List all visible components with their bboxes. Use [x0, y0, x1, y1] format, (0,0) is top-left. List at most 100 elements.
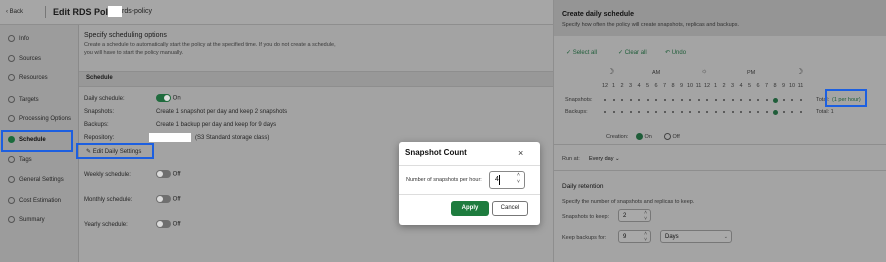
schedule-slot[interactable] — [655, 111, 657, 113]
cancel-button[interactable]: Cancel — [492, 201, 528, 216]
schedule-slot[interactable] — [689, 111, 691, 113]
nav-item-targets[interactable]: Targets — [8, 95, 39, 105]
schedule-slot[interactable] — [663, 111, 666, 113]
run-at-dropdown[interactable]: Every day ⌄ — [589, 156, 620, 162]
schedule-slot-selected[interactable] — [772, 97, 778, 103]
panel-title: Create daily schedule — [562, 11, 634, 18]
nav-item-cost-estimation[interactable]: Cost Estimation — [8, 196, 61, 206]
keep-backups-input[interactable]: 9 ˄ ˅ — [618, 230, 651, 243]
hour-label: 7 — [662, 83, 667, 89]
schedule-slot[interactable] — [672, 111, 674, 113]
schedule-slot[interactable] — [765, 111, 768, 113]
schedule-slot[interactable] — [680, 111, 683, 113]
schedule-slot[interactable] — [765, 99, 768, 101]
schedule-slot[interactable] — [757, 111, 759, 113]
nav-item-processing-options[interactable]: Processing Options — [8, 114, 71, 124]
step-circle-icon — [8, 114, 15, 122]
nav-item-sources[interactable]: Sources — [8, 54, 41, 64]
schedule-slot[interactable] — [791, 99, 793, 101]
back-button[interactable]: ‹ Back — [6, 9, 23, 15]
nav-item-resources[interactable]: Resources — [8, 73, 48, 83]
schedule-slot[interactable] — [612, 99, 615, 101]
creation-on-radio[interactable]: On — [636, 133, 652, 140]
weekly-schedule-toggle[interactable]: Off — [156, 170, 181, 178]
pm-label: PM — [747, 70, 756, 76]
schedule-slot[interactable] — [638, 111, 640, 113]
hour-label: 3 — [628, 83, 633, 89]
schedule-slot[interactable] — [706, 99, 708, 101]
backups-value: Create 1 backup per day and keep for 9 d… — [156, 122, 277, 128]
close-icon[interactable]: × — [518, 148, 523, 158]
snapshots-value: Create 1 snapshot per day and keep 2 sna… — [156, 109, 288, 115]
schedule-slot[interactable] — [646, 99, 649, 101]
daily-schedule-toggle[interactable]: On — [156, 94, 181, 102]
schedule-slot[interactable] — [740, 111, 742, 113]
schedule-slot[interactable] — [748, 99, 751, 101]
hour-label: 6 — [654, 83, 658, 89]
nav-item-summary[interactable]: Summary — [8, 215, 45, 225]
step-circle-icon — [8, 215, 15, 223]
schedule-slot[interactable] — [740, 99, 742, 101]
panel-header — [554, 0, 886, 36]
schedule-slot[interactable] — [748, 111, 751, 113]
schedule-slot[interactable] — [799, 99, 802, 101]
repository-value: (S3 Standard storage class) — [195, 135, 270, 141]
schedule-slot[interactable] — [791, 111, 793, 113]
apply-button[interactable]: Apply — [451, 201, 489, 216]
schedule-slot[interactable] — [646, 111, 649, 113]
highlight-box-schedule — [1, 130, 73, 152]
schedule-slot[interactable] — [672, 99, 674, 101]
schedule-slot-selected[interactable] — [772, 109, 778, 115]
select-all-button[interactable]: ✓ Select all — [566, 49, 597, 56]
divider — [399, 194, 540, 195]
schedule-slot[interactable] — [723, 111, 725, 113]
schedule-slot[interactable] — [629, 111, 632, 113]
schedule-slot[interactable] — [629, 99, 632, 101]
clear-all-button[interactable]: ✓ Clear all — [618, 49, 647, 56]
schedule-slot[interactable] — [621, 111, 623, 113]
schedule-slot[interactable] — [697, 99, 700, 101]
nav-item-info[interactable]: Info — [8, 34, 29, 44]
schedule-slot[interactable] — [689, 99, 691, 101]
monthly-schedule-toggle[interactable]: Off — [156, 195, 181, 203]
schedule-slot[interactable] — [706, 111, 708, 113]
schedule-slot[interactable] — [782, 111, 785, 113]
hour-label: 1 — [713, 83, 718, 89]
schedule-slot[interactable] — [612, 111, 615, 113]
schedule-slot[interactable] — [714, 111, 717, 113]
schedule-slot[interactable] — [604, 111, 606, 113]
step-circle-icon — [8, 175, 15, 183]
am-label: AM — [652, 70, 661, 76]
section-description-2: you will have to start the policy manual… — [84, 50, 184, 56]
spinner-arrows-icon[interactable]: ˄ ˅ — [517, 172, 520, 186]
yearly-schedule-toggle[interactable]: Off — [156, 220, 181, 228]
creation-off-radio[interactable]: Off — [664, 133, 680, 140]
schedule-slot[interactable] — [638, 99, 640, 101]
schedule-slot[interactable] — [799, 111, 802, 113]
nav-item-tags[interactable]: Tags — [8, 155, 32, 165]
chevron-down-icon: ⌄ — [615, 156, 620, 162]
backups-row-label: Backups: — [565, 109, 588, 115]
schedule-slot[interactable] — [714, 99, 717, 101]
schedule-slot[interactable] — [731, 111, 734, 113]
undo-button[interactable]: ↶ Undo — [665, 49, 686, 56]
schedule-slot[interactable] — [731, 99, 734, 101]
schedule-slot[interactable] — [604, 99, 606, 101]
keep-backups-label: Keep backups for: — [562, 235, 607, 241]
schedule-slot[interactable] — [655, 99, 657, 101]
weekly-schedule-label: Weekly schedule: — [84, 172, 131, 178]
schedule-slot[interactable] — [723, 99, 725, 101]
schedule-slot[interactable] — [782, 99, 785, 101]
nav-item-general-settings[interactable]: General Settings — [8, 175, 64, 185]
backup-unit-select[interactable]: Days ⌄ — [660, 230, 732, 243]
undo-icon: ↶ — [665, 50, 671, 56]
schedule-slot[interactable] — [757, 99, 759, 101]
schedule-slot[interactable] — [697, 111, 700, 113]
schedule-slot[interactable] — [680, 99, 683, 101]
schedule-slot[interactable] — [663, 99, 666, 101]
snapshots-to-keep-input[interactable]: 2 ˄ ˅ — [618, 209, 651, 222]
hour-label: 10 — [788, 83, 796, 89]
step-circle-icon — [8, 196, 15, 204]
toggle-off-icon — [156, 195, 171, 203]
schedule-slot[interactable] — [621, 99, 623, 101]
